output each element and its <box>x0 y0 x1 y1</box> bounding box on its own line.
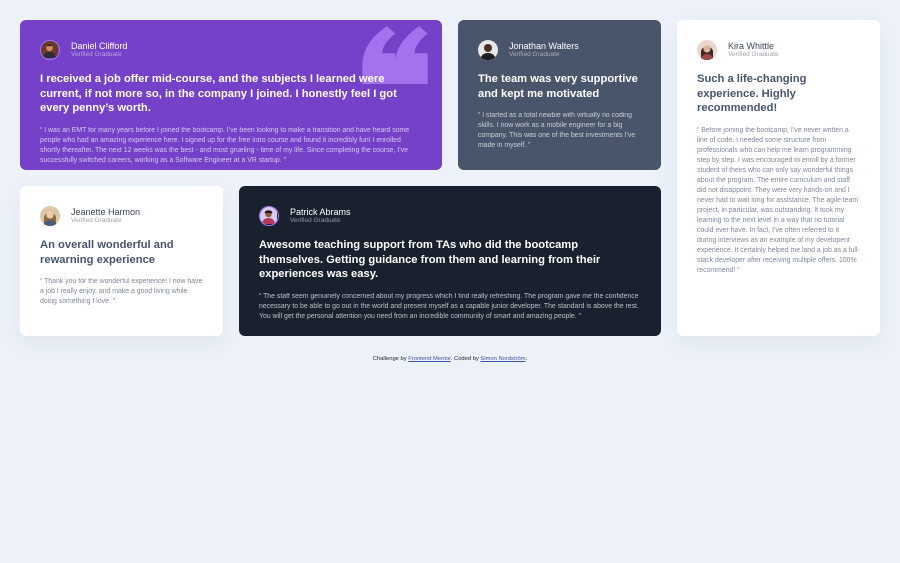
avatar-patrick-icon <box>259 206 279 226</box>
frontend-mentor-link[interactable]: Frontend Mentor <box>408 356 451 362</box>
testimonial-headline: An overall wonderful and rewarning exper… <box>40 239 174 266</box>
author-link[interactable]: Simon Nordström <box>480 356 525 362</box>
testimonial-headline: Such a life-changing experience. Highly … <box>697 73 807 114</box>
person-name: Daniel Clifford <box>71 41 128 51</box>
person-role: Verified Graduate <box>290 217 341 224</box>
testimonial-card-kira: Kira Whittle Verified Graduate Such a li… <box>677 20 880 336</box>
attribution-suffix: . <box>525 356 528 362</box>
person-role: Verified Graduate <box>728 51 779 58</box>
person-role: Verified Graduate <box>509 51 560 58</box>
avatar-jonathan-icon <box>478 40 498 60</box>
testimonial-card-jeanette: Jeanette Harmon Verified Graduate An ove… <box>20 186 223 336</box>
testimonial-body: “ The staff seem genuinely concerned abo… <box>259 292 639 320</box>
person-name: Jeanette Harmon <box>71 207 141 217</box>
testimonial-headline: Awesome teaching support from TAs who di… <box>259 239 601 280</box>
attribution-prefix: Challenge by <box>372 356 409 362</box>
person-name: Patrick Abrams <box>290 207 351 217</box>
testimonial-headline: The team was very supportive and kept me… <box>478 73 638 100</box>
testimonial-card-patrick: Patrick Abrams Verified Graduate Awesome… <box>239 186 661 336</box>
attribution-footer: Challenge by Frontend Mentor. Coded by S… <box>0 356 900 362</box>
person-role: Verified Graduate <box>71 51 122 58</box>
testimonial-body: “ Thank you for the wonderful experience… <box>40 278 203 305</box>
testimonial-body: “ I started as a total newbie with virtu… <box>478 112 636 149</box>
testimonial-card-jonathan: Jonathan Walters Verified Graduate The t… <box>458 20 661 170</box>
testimonial-body: “ Before joining the bootcamp, I’ve neve… <box>697 126 860 274</box>
testimonial-card-daniel: Daniel Clifford Verified Graduate I rece… <box>20 20 442 170</box>
avatar-jeanette-icon <box>40 206 60 226</box>
avatar-kira-icon <box>697 40 717 60</box>
person-name: Kira Whittle <box>728 41 775 51</box>
person-role: Verified Graduate <box>71 217 122 224</box>
testimonial-headline: I received a job offer mid-course, and t… <box>40 73 397 114</box>
person-name: Jonathan Walters <box>509 41 579 51</box>
avatar-daniel-icon <box>40 40 60 60</box>
attribution-middle: . Coded by <box>450 356 481 362</box>
testimonial-body: “ I was an EMT for many years before I j… <box>40 126 410 164</box>
